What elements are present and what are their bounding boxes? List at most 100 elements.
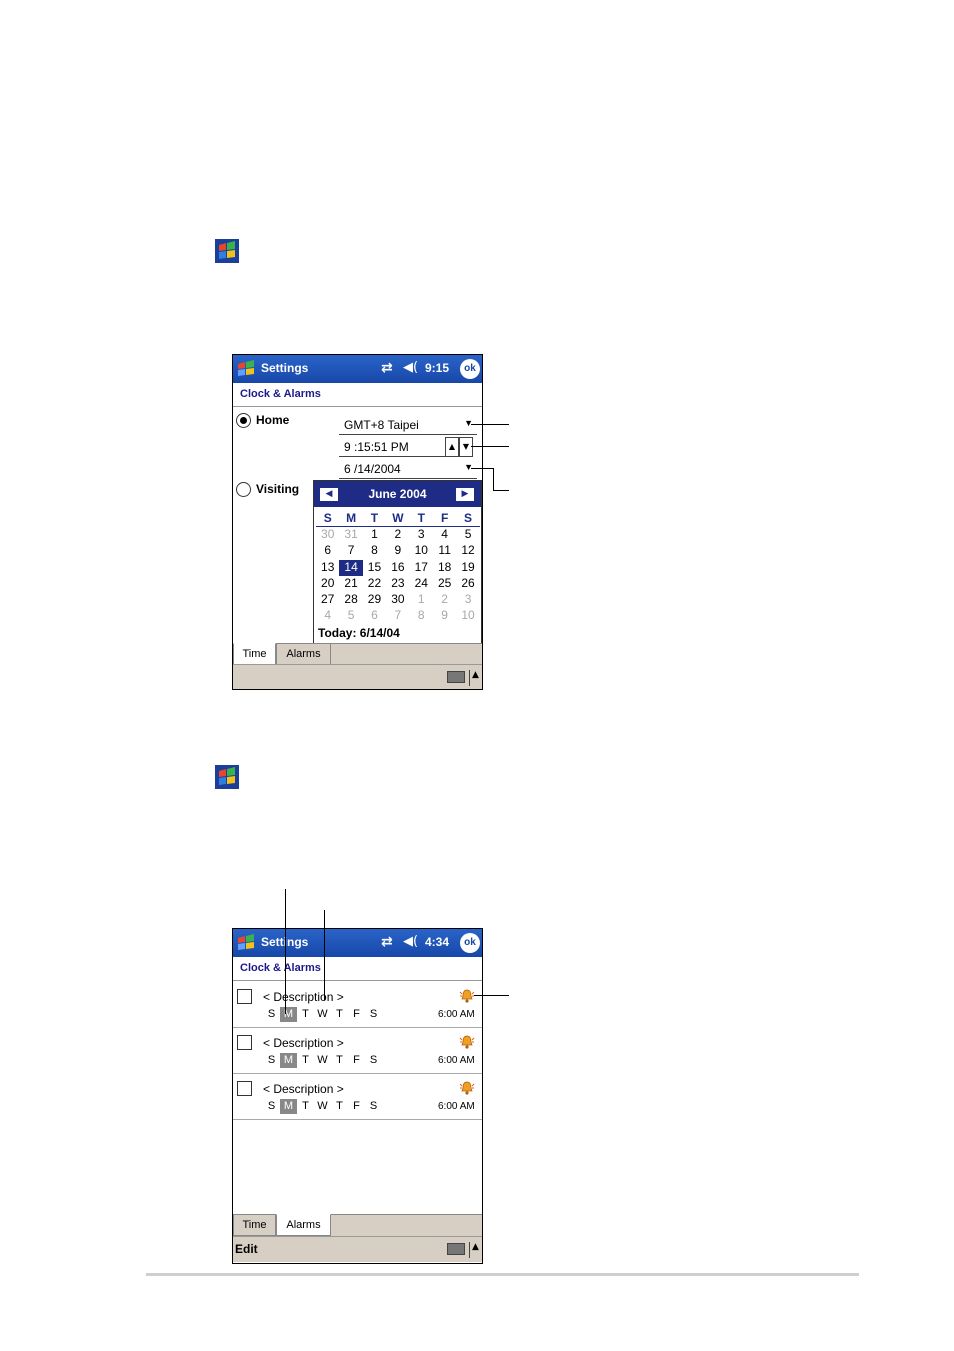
alarm-day-4[interactable]: T — [331, 1099, 348, 1114]
start-menu-icon[interactable] — [235, 358, 257, 380]
calendar-day[interactable]: 30 — [386, 592, 409, 608]
alarm-day-0[interactable]: S — [263, 1053, 280, 1068]
calendar-day[interactable]: 7 — [386, 608, 409, 624]
alarm-day-2[interactable]: T — [297, 1099, 314, 1114]
calendar-day[interactable]: 19 — [456, 560, 479, 576]
calendar-day[interactable]: 24 — [410, 576, 433, 592]
calendar-day[interactable]: 29 — [363, 592, 386, 608]
alarm-day-1[interactable]: M — [280, 1099, 297, 1114]
ok-button[interactable]: ok — [460, 933, 480, 953]
calendar-day[interactable]: 22 — [363, 576, 386, 592]
alarm-day-5[interactable]: F — [348, 1099, 365, 1114]
calendar-day[interactable]: 7 — [339, 543, 362, 559]
alarm-bell-icon[interactable] — [459, 988, 475, 1004]
home-radio[interactable] — [236, 413, 251, 428]
calendar-day[interactable]: 28 — [339, 592, 362, 608]
calendar-day[interactable]: 3 — [410, 527, 433, 543]
alarm-day-3[interactable]: W — [314, 1007, 331, 1022]
prev-month-button[interactable]: ◀ — [320, 488, 338, 501]
input-menu-arrow[interactable]: ▲ — [469, 670, 479, 686]
tab-time[interactable]: Time — [233, 1214, 276, 1236]
volume-icon[interactable]: ◀( — [403, 934, 418, 949]
calendar-day[interactable]: 18 — [433, 560, 456, 576]
calendar-day[interactable]: 27 — [316, 592, 339, 608]
start-menu-icon[interactable] — [235, 932, 257, 954]
calendar-day[interactable]: 9 — [433, 608, 456, 624]
keyboard-icon[interactable] — [447, 1243, 465, 1255]
calendar-day[interactable]: 5 — [339, 608, 362, 624]
calendar-day[interactable]: 16 — [386, 560, 409, 576]
time-up-button[interactable]: ▲ — [445, 437, 459, 457]
alarm-time[interactable]: 6:00 AM — [438, 1101, 475, 1112]
alarm-row[interactable]: < Description > S M T W T F S 6:00 AM — [233, 982, 482, 1028]
calendar-day[interactable]: 6 — [363, 608, 386, 624]
calendar-day[interactable]: 6 — [316, 543, 339, 559]
alarm-day-2[interactable]: T — [297, 1053, 314, 1068]
connectivity-icon[interactable]: ⇄ — [381, 934, 393, 950]
input-menu-arrow[interactable]: ▲ — [469, 1242, 479, 1258]
tab-time[interactable]: Time — [233, 643, 276, 665]
alarm-day-5[interactable]: F — [348, 1053, 365, 1068]
alarm-day-4[interactable]: T — [331, 1053, 348, 1068]
alarm-description[interactable]: < Description > — [263, 1082, 344, 1096]
calendar-day[interactable]: 31 — [339, 527, 362, 543]
alarm-time[interactable]: 6:00 AM — [438, 1055, 475, 1066]
calendar-day[interactable]: 14 — [339, 559, 363, 576]
alarm-time[interactable]: 6:00 AM — [438, 1009, 475, 1020]
tab-alarms[interactable]: Alarms — [276, 643, 331, 665]
alarm-checkbox[interactable] — [237, 1035, 252, 1050]
alarm-day-6[interactable]: S — [365, 1053, 382, 1068]
alarm-day-2[interactable]: T — [297, 1007, 314, 1022]
calendar-day[interactable]: 21 — [339, 576, 362, 592]
calendar-day[interactable]: 8 — [363, 543, 386, 559]
status-clock[interactable]: 9:15 — [425, 361, 449, 375]
time-down-button[interactable]: ▼ — [459, 437, 473, 457]
calendar-day[interactable]: 9 — [386, 543, 409, 559]
calendar-day[interactable]: 10 — [410, 543, 433, 559]
calendar-day[interactable]: 12 — [456, 543, 479, 559]
calendar-day[interactable]: 23 — [386, 576, 409, 592]
alarm-day-0[interactable]: S — [263, 1007, 280, 1022]
timezone-dropdown[interactable]: GMT+8 Taipei ▼ — [339, 415, 477, 435]
calendar-day[interactable]: 4 — [316, 608, 339, 624]
edit-menu[interactable]: Edit — [235, 1242, 258, 1256]
time-field[interactable]: 9 :15:51 PM — [339, 437, 447, 457]
alarm-description[interactable]: < Description > — [263, 990, 344, 1004]
visiting-radio[interactable] — [236, 482, 251, 497]
calendar-day[interactable]: 25 — [433, 576, 456, 592]
calendar-day[interactable]: 15 — [363, 560, 386, 576]
calendar-day[interactable]: 30 — [316, 527, 339, 543]
alarm-day-3[interactable]: W — [314, 1053, 331, 1068]
volume-icon[interactable]: ◀( — [403, 360, 418, 375]
calendar-day[interactable]: 4 — [433, 527, 456, 543]
alarm-row[interactable]: < Description > S M T W T F S 6:00 AM — [233, 1028, 482, 1074]
alarm-row[interactable]: < Description > S M T W T F S 6:00 AM — [233, 1074, 482, 1120]
calendar-day[interactable]: 13 — [316, 560, 339, 576]
ok-button[interactable]: ok — [460, 359, 480, 379]
connectivity-icon[interactable]: ⇄ — [381, 360, 393, 376]
calendar-day[interactable]: 3 — [456, 592, 479, 608]
alarm-day-0[interactable]: S — [263, 1099, 280, 1114]
alarm-bell-icon[interactable] — [459, 1080, 475, 1096]
alarm-bell-icon[interactable] — [459, 1034, 475, 1050]
alarm-day-4[interactable]: T — [331, 1007, 348, 1022]
date-dropdown[interactable]: 6 /14/2004 ▼ — [339, 459, 477, 479]
calendar-day[interactable]: 26 — [456, 576, 479, 592]
alarm-day-6[interactable]: S — [365, 1099, 382, 1114]
calendar-day[interactable]: 2 — [433, 592, 456, 608]
calendar-day[interactable]: 1 — [410, 592, 433, 608]
alarm-day-3[interactable]: W — [314, 1099, 331, 1114]
calendar-day[interactable]: 8 — [410, 608, 433, 624]
alarm-checkbox[interactable] — [237, 989, 252, 1004]
alarm-day-6[interactable]: S — [365, 1007, 382, 1022]
status-clock[interactable]: 4:34 — [425, 935, 449, 949]
calendar-day[interactable]: 20 — [316, 576, 339, 592]
alarm-description[interactable]: < Description > — [263, 1036, 344, 1050]
alarm-day-1[interactable]: M — [280, 1007, 297, 1022]
calendar-day[interactable]: 2 — [386, 527, 409, 543]
tab-alarms[interactable]: Alarms — [276, 1214, 331, 1236]
next-month-button[interactable]: ▶ — [456, 488, 474, 501]
calendar-day[interactable]: 17 — [410, 560, 433, 576]
calendar-day[interactable]: 5 — [456, 527, 479, 543]
alarm-day-5[interactable]: F — [348, 1007, 365, 1022]
